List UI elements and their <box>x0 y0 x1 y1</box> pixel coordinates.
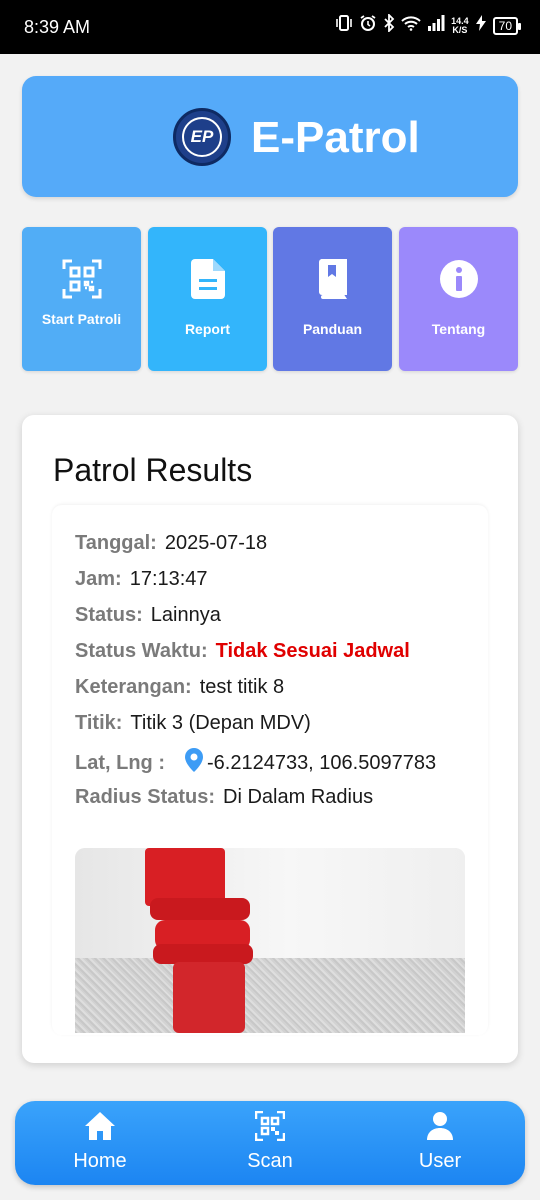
hydrant-collar <box>153 944 253 964</box>
status-time: 8:39 AM <box>24 17 91 37</box>
location-pin-icon[interactable] <box>184 748 203 778</box>
field-label: Status: <box>75 604 143 626</box>
status-icons: 14.4 K/S 70 <box>335 12 522 37</box>
vibrate-icon <box>335 14 353 37</box>
start-patroli-label: Start Patroli <box>41 311 122 327</box>
field-status: Status: Lainnya <box>75 603 221 627</box>
document-icon <box>190 257 225 301</box>
field-titik: Titik: Titik 3 (Depan MDV) <box>75 711 311 735</box>
field-jam: Jam: 17:13:47 <box>75 567 208 591</box>
nav-user[interactable]: User <box>380 1111 500 1177</box>
network-speed-unit: K/S <box>452 24 468 35</box>
field-label: Keterangan: <box>75 676 192 698</box>
field-value: 17:13:47 <box>129 568 208 590</box>
field-value: -6.2124733, 106.5097783 <box>206 752 437 774</box>
network-speed: 14.4 K/S <box>451 16 469 35</box>
app-title: E-Patrol <box>251 113 420 162</box>
logo-text: EP <box>182 117 222 157</box>
hydrant-base <box>173 962 245 1033</box>
home-icon <box>84 1111 116 1146</box>
user-icon <box>426 1111 454 1146</box>
field-label: Status Waktu: <box>75 640 208 662</box>
field-tanggal: Tanggal: 2025-07-18 <box>75 531 267 555</box>
patrol-photo[interactable] <box>75 848 465 1033</box>
tentang-button[interactable]: Tentang <box>399 227 518 371</box>
report-button[interactable]: Report <box>148 227 267 371</box>
field-value: Lainnya <box>150 604 221 626</box>
book-icon <box>317 257 349 301</box>
photo-floor <box>75 958 465 1033</box>
battery-indicator: 70 <box>492 16 522 35</box>
field-label: Radius Status: <box>75 786 216 808</box>
status-bar: 8:39 AM 14.4 K/S 70 <box>0 0 540 54</box>
report-label: Report <box>184 321 231 337</box>
nav-scan-label: Scan <box>247 1150 293 1172</box>
qr-code-icon <box>254 1110 286 1146</box>
field-latlng: Lat, Lng : -6.2124733, 106.5097783 <box>75 748 436 778</box>
field-value: 2025-07-18 <box>164 532 268 554</box>
panduan-button[interactable]: Panduan <box>273 227 392 371</box>
field-keterangan: Keterangan: test titik 8 <box>75 675 284 699</box>
panduan-label: Panduan <box>302 321 363 337</box>
field-label: Jam: <box>75 568 122 590</box>
field-value: Titik 3 (Depan MDV) <box>130 712 311 734</box>
field-label: Tanggal: <box>75 532 157 554</box>
nav-home-label: Home <box>73 1150 127 1172</box>
patrol-results-card: Patrol Results Tanggal: 2025-07-18 Jam: 17… <box>22 415 518 1063</box>
signal-icon <box>427 15 445 36</box>
qr-code-icon <box>62 257 102 301</box>
nav-scan[interactable]: Scan <box>210 1110 330 1177</box>
menu-row: Start Patroli Report Panduan Tentang <box>22 227 518 371</box>
field-radius-status: Radius Status: Di Dalam Radius <box>75 785 373 809</box>
field-label: Titik: <box>75 712 123 734</box>
charging-icon <box>475 14 487 37</box>
wifi-icon <box>401 15 421 36</box>
status-waktu-value: Tidak Sesuai Jadwal <box>215 640 410 662</box>
field-value: Di Dalam Radius <box>223 786 374 808</box>
nav-home[interactable]: Home <box>40 1111 160 1177</box>
patrol-results-title: Patrol Results <box>53 452 253 488</box>
info-icon <box>439 257 479 301</box>
field-value: test titik 8 <box>199 676 285 698</box>
hydrant-flange <box>150 898 250 920</box>
photo-wall <box>75 848 465 968</box>
tentang-label: Tentang <box>431 321 486 337</box>
alarm-icon <box>359 14 377 37</box>
nav-user-label: User <box>418 1150 462 1172</box>
field-status-waktu: Status Waktu: Tidak Sesuai Jadwal <box>75 639 410 663</box>
field-label: Lat, Lng : <box>75 752 165 774</box>
bottom-navigation: Home Scan User <box>15 1101 525 1185</box>
start-patroli-button[interactable]: Start Patroli <box>22 227 141 371</box>
bluetooth-icon <box>383 12 395 37</box>
app-logo: EP <box>173 108 231 166</box>
app-header: EP E-Patrol <box>22 76 518 197</box>
